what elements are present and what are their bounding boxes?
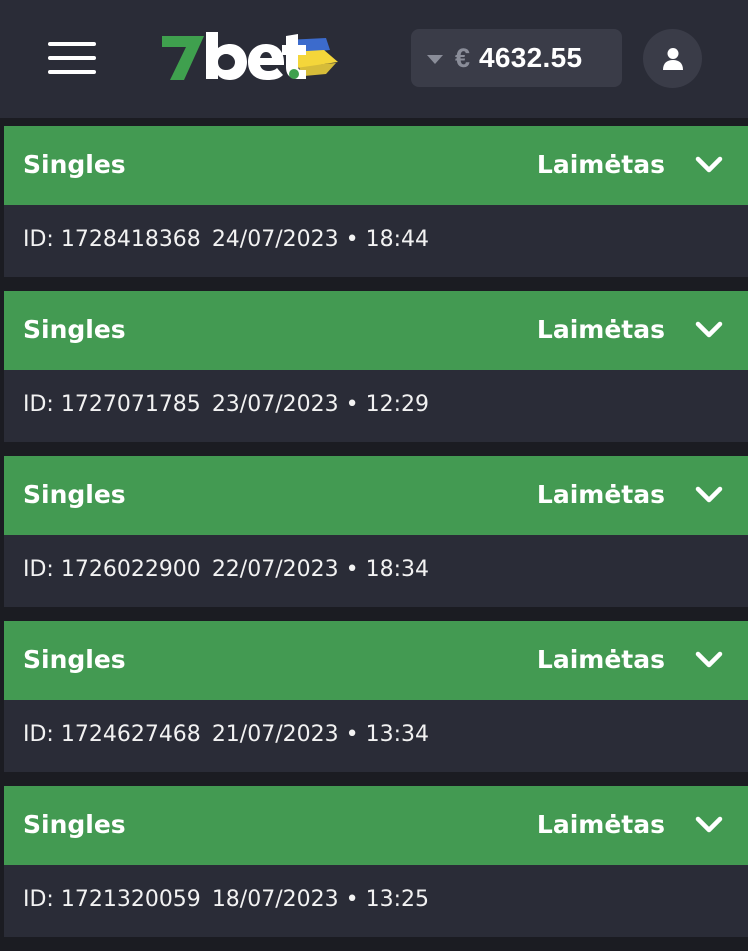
bet-card-body: ID: 1721320059 18/07/2023 • 13:25 bbox=[4, 865, 748, 937]
bet-status: Laimėtas bbox=[536, 645, 665, 674]
bet-type: Singles bbox=[23, 645, 126, 674]
bet-type: Singles bbox=[23, 315, 126, 344]
bet-meta: ID: 1724627468 21/07/2023 • 13:34 bbox=[23, 722, 429, 747]
bet-card: Singles Laimėtas ID: 1721320059 18/07/202… bbox=[4, 786, 748, 937]
bet-card-body: ID: 1727071785 23/07/2023 • 12:29 bbox=[4, 370, 748, 442]
chevron-down-icon[interactable] bbox=[695, 650, 723, 670]
bet-card-header[interactable]: Singles Laimėtas bbox=[4, 621, 748, 700]
bet-status: Laimėtas bbox=[536, 315, 665, 344]
balance-amount: 4632.55 bbox=[479, 42, 583, 73]
bet-card-header[interactable]: Singles Laimėtas bbox=[4, 786, 748, 865]
chevron-down-icon[interactable] bbox=[695, 155, 723, 175]
chevron-down-icon[interactable] bbox=[695, 320, 723, 340]
bet-card-header[interactable]: Singles Laimėtas bbox=[4, 291, 748, 370]
bet-datetime: 22/07/2023 • 18:34 bbox=[211, 557, 429, 582]
user-icon bbox=[662, 47, 683, 70]
app-header: € 4632.55 bbox=[0, 0, 748, 118]
bet-id: ID: 1724627468 bbox=[23, 722, 201, 747]
bet-meta: ID: 1727071785 23/07/2023 • 12:29 bbox=[23, 392, 429, 417]
chevron-down-icon[interactable] bbox=[695, 815, 723, 835]
bet-history-list: Singles Laimėtas ID: 1728418368 24/07/202… bbox=[4, 126, 748, 951]
bet-status: Laimėtas bbox=[536, 480, 665, 509]
caret-down-icon bbox=[427, 54, 443, 64]
bet-card-header[interactable]: Singles Laimėtas bbox=[4, 126, 748, 205]
bet-type: Singles bbox=[23, 480, 126, 509]
bet-status: Laimėtas bbox=[536, 810, 665, 839]
bet-meta: ID: 1728418368 24/07/2023 • 18:44 bbox=[23, 227, 429, 252]
bet-card-header[interactable]: Singles Laimėtas bbox=[4, 456, 748, 535]
bet-card: Singles Laimėtas ID: 1724627468 21/07/202… bbox=[4, 621, 748, 772]
bet-card: Singles Laimėtas ID: 1726022900 22/07/202… bbox=[4, 456, 748, 607]
bet-id: ID: 1727071785 bbox=[23, 392, 201, 417]
bet-datetime: 23/07/2023 • 12:29 bbox=[211, 392, 429, 417]
account-button[interactable] bbox=[643, 29, 702, 88]
bet-card-body: ID: 1726022900 22/07/2023 • 18:34 bbox=[4, 535, 748, 607]
menu-icon[interactable] bbox=[46, 40, 98, 76]
balance-dropdown[interactable]: € 4632.55 bbox=[411, 29, 622, 87]
chevron-down-icon[interactable] bbox=[695, 485, 723, 505]
bet-datetime: 24/07/2023 • 18:44 bbox=[211, 227, 429, 252]
brand-logo[interactable] bbox=[158, 30, 344, 86]
bet-card-body: ID: 1728418368 24/07/2023 • 18:44 bbox=[4, 205, 748, 277]
bet-datetime: 21/07/2023 • 13:34 bbox=[211, 722, 429, 747]
bet-type: Singles bbox=[23, 150, 126, 179]
bet-card: Singles Laimėtas ID: 1727071785 23/07/202… bbox=[4, 291, 748, 442]
bet-card-body: ID: 1724627468 21/07/2023 • 13:34 bbox=[4, 700, 748, 772]
bet-id: ID: 1728418368 bbox=[23, 227, 201, 252]
bet-meta: ID: 1721320059 18/07/2023 • 13:25 bbox=[23, 887, 429, 912]
bet-datetime: 18/07/2023 • 13:25 bbox=[211, 887, 429, 912]
bet-id: ID: 1721320059 bbox=[23, 887, 201, 912]
currency-symbol: € bbox=[455, 42, 471, 73]
bet-type: Singles bbox=[23, 810, 126, 839]
bet-id: ID: 1726022900 bbox=[23, 557, 201, 582]
bet-status: Laimėtas bbox=[536, 150, 665, 179]
logo-mark bbox=[162, 32, 338, 80]
bet-meta: ID: 1726022900 22/07/2023 • 18:34 bbox=[23, 557, 429, 582]
bet-card: Singles Laimėtas ID: 1728418368 24/07/202… bbox=[4, 126, 748, 277]
